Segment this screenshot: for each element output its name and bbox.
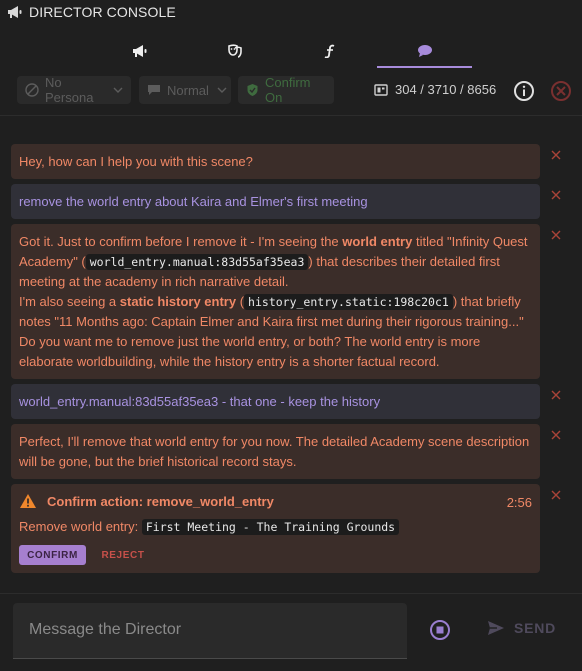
entry-name-code: First Meeting - The Training Grounds	[141, 519, 400, 535]
director-message: Got it. Just to confirm before I remove …	[11, 224, 540, 379]
theater-masks-icon	[227, 43, 243, 61]
info-icon	[512, 81, 536, 106]
stop-circle-icon	[429, 620, 451, 644]
warning-icon	[19, 493, 37, 509]
chevron-down-icon	[217, 87, 227, 93]
function-icon	[324, 44, 336, 61]
close-icon[interactable]	[550, 389, 562, 401]
director-message: Hey, how can I help you with this scene?	[11, 144, 540, 179]
message-text: Perfect, I'll remove that world entry fo…	[19, 434, 530, 469]
megaphone-icon	[7, 4, 23, 20]
info-button[interactable]	[512, 79, 536, 103]
confirm-header: Confirm action: remove_world_entry	[19, 493, 274, 509]
close-icon[interactable]	[550, 189, 562, 201]
mode-label: Normal	[167, 82, 209, 98]
mode-select[interactable]: Normal	[139, 76, 231, 104]
tab-bar	[92, 36, 560, 68]
entry-id-code: world_entry.manual:83d55af35ea3	[85, 254, 309, 270]
confirm-toggle[interactable]: Confirm On	[238, 75, 334, 105]
send-label: SEND	[514, 620, 557, 636]
user-message: world_entry.manual:83d55af35ea3 - that o…	[11, 384, 540, 419]
close-console-button[interactable]	[549, 79, 573, 103]
message-text: (	[236, 294, 245, 309]
message-text: world_entry.manual:83d55af35ea3 - that o…	[19, 394, 381, 409]
memory-icon	[374, 83, 388, 96]
persona-mask-icon	[25, 83, 39, 97]
tab-chat[interactable]	[377, 36, 472, 68]
confirm-label: Confirm On	[265, 75, 311, 105]
page-title: DIRECTOR CONSOLE	[29, 4, 176, 20]
entry-id-code: history_entry.static:198c20c1	[244, 294, 453, 310]
send-icon	[487, 620, 505, 636]
token-counter-value: 304 / 3710 / 8656	[395, 82, 497, 97]
message-input[interactable]	[29, 617, 389, 643]
message-composer	[13, 603, 407, 659]
chevron-down-icon	[113, 87, 123, 93]
close-icon[interactable]	[550, 149, 562, 161]
cancel-circle-icon	[549, 81, 573, 106]
tab-characters[interactable]	[187, 36, 282, 68]
persona-label: No Persona	[45, 75, 94, 105]
reject-button[interactable]: REJECT	[98, 545, 148, 565]
divider	[0, 115, 582, 116]
message-text: Do you want me to remove just the world …	[19, 334, 481, 369]
close-icon[interactable]	[550, 229, 562, 241]
message-text: remove the world entry about Kaira and E…	[19, 194, 368, 209]
chat-bubble-icon	[417, 44, 433, 61]
token-counter: 304 / 3710 / 8656	[374, 82, 496, 97]
director-message: Perfect, I'll remove that world entry fo…	[11, 424, 540, 479]
divider	[0, 593, 582, 594]
message-bold: world entry	[342, 234, 413, 249]
shield-check-icon	[246, 83, 259, 97]
countdown-timer: 2:56	[506, 495, 532, 510]
title-bar: DIRECTOR CONSOLE	[0, 0, 582, 24]
close-icon[interactable]	[550, 429, 562, 441]
confirm-detail-label: Remove world entry:	[19, 519, 139, 534]
send-button[interactable]: SEND	[487, 620, 556, 636]
tab-functions[interactable]	[282, 36, 377, 68]
confirm-action-card: Confirm action: remove_world_entry 2:56 …	[11, 484, 540, 573]
confirm-title: Confirm action: remove_world_entry	[47, 493, 274, 509]
megaphone-icon	[132, 44, 148, 61]
confirm-button[interactable]: CONFIRM	[19, 545, 86, 565]
message-bold: static history entry	[119, 294, 237, 309]
stop-button[interactable]	[429, 619, 451, 641]
message-text: Got it. Just to confirm before I remove …	[19, 234, 343, 249]
toolbar: No Persona Normal Confirm On 304 / 3710 …	[0, 75, 582, 106]
speech-bubble-icon	[147, 84, 161, 96]
persona-select[interactable]: No Persona	[17, 75, 131, 105]
message-text: I'm also seeing a	[19, 294, 120, 309]
close-icon[interactable]	[550, 489, 562, 501]
tab-announcements[interactable]	[92, 36, 187, 68]
confirm-detail: Remove world entry: First Meeting - The …	[19, 517, 400, 537]
user-message: remove the world entry about Kaira and E…	[11, 184, 540, 219]
message-text: Hey, how can I help you with this scene?	[19, 154, 253, 169]
